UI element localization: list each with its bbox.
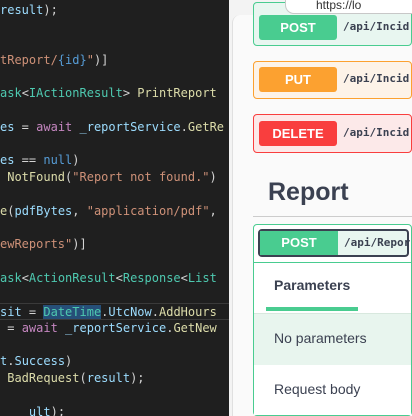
code-token: GetRe (187, 119, 225, 134)
code-line[interactable]: es = await _reportService.GetRe (0, 119, 224, 136)
operation-path: /api/Incid (343, 72, 410, 85)
code-token: = (21, 305, 44, 319)
active-tab-indicator (266, 307, 358, 311)
code-token: result (86, 371, 131, 385)
code-token: pdfBytes (14, 203, 73, 218)
code-token: es (0, 119, 15, 134)
tab-bar: Parameters (254, 262, 411, 313)
code-token: IActionResult (28, 86, 123, 101)
code-token: ); (43, 2, 58, 17)
url-text: https://lo (316, 0, 362, 12)
code-token: await (21, 320, 58, 335)
address-bar[interactable]: https://lo (285, 0, 412, 14)
code-token: ult (28, 404, 51, 416)
code-token: AddHours (159, 305, 217, 319)
code-line[interactable]: ewReports")] (0, 236, 87, 253)
code-token: ask (0, 86, 22, 101)
operation-path: /api/Incid (343, 20, 410, 33)
code-token: {id} (57, 52, 87, 67)
no-parameters-text: No parameters (274, 330, 367, 346)
operation-header[interactable]: POST /api/Repor (258, 229, 411, 257)
code-token: < (21, 270, 29, 285)
code-line[interactable]: e(pdfBytes, "application/pdf", (0, 203, 217, 220)
code-line[interactable]: t.Success) (0, 353, 72, 370)
code-token: < (180, 270, 188, 285)
code-token: ActionResult (28, 270, 116, 285)
code-token: Success (14, 354, 66, 369)
code-token: == (14, 153, 44, 168)
code-token: < (21, 86, 29, 101)
code-token: ewReports" (0, 237, 73, 251)
code-token: PrintReport (137, 86, 217, 101)
tab-parameters[interactable]: Parameters (274, 277, 350, 293)
code-token: )] (72, 237, 87, 251)
code-token: tReport/ (0, 52, 58, 67)
code-line[interactable]: NotFound("Report not found.") (0, 169, 217, 186)
method-badge: POST (260, 231, 338, 255)
browser-window: https://lo POST /api/Incid PUT /api/Inci… (229, 0, 412, 416)
code-token: "application/pdf" (86, 203, 210, 218)
code-token: , (209, 203, 217, 218)
code-token: , (72, 203, 87, 218)
code-line[interactable]: ask<IActionResult> PrintReport (0, 85, 217, 102)
code-token: )] (93, 52, 109, 67)
code-line[interactable]: BadRequest(result); (0, 370, 145, 387)
operation-delete-incident[interactable]: DELETE /api/Incid (253, 114, 412, 153)
code-token: _reportService (65, 320, 167, 335)
operation-path: /api/Repor (344, 236, 411, 249)
code-token: ( (79, 371, 87, 385)
code-line[interactable]: es == null) (0, 152, 80, 169)
code-token: ) (209, 170, 217, 184)
code-line[interactable]: ask<ActionResult<Response<List (0, 270, 217, 287)
code-token: BadRequest (7, 371, 80, 385)
code-line[interactable]: result); (0, 2, 58, 19)
operation-post-report: POST /api/Repor Parameters No parameters… (253, 224, 412, 416)
divider (253, 216, 412, 217)
code-line[interactable]: tReport/{id}")] (0, 52, 108, 69)
code-line[interactable]: sit = DateTime.UtcNow.AddHours (0, 303, 229, 320)
code-token: = (0, 320, 22, 335)
no-parameters-row: No parameters (254, 313, 411, 365)
code-token: Response (122, 270, 181, 285)
code-token: sit (0, 305, 22, 319)
operation-put-incident[interactable]: PUT /api/Incid (253, 61, 412, 99)
code-line[interactable]: = await _reportService.GetNew (0, 320, 217, 337)
code-token: "Report not found." (72, 170, 210, 184)
code-token: = (14, 119, 37, 134)
code-token: GetNew (173, 320, 217, 335)
code-token: " (86, 52, 94, 67)
code-token: UtcNow (108, 305, 152, 319)
code-token: ) (72, 153, 80, 168)
code-token: ask (0, 270, 22, 285)
code-token: result (0, 2, 44, 17)
swagger-page: POST /api/Incid PUT /api/Incid DELETE /a… (232, 2, 412, 416)
code-token: . (151, 305, 159, 319)
code-token: . (180, 119, 188, 134)
code-token: ); (130, 371, 145, 385)
method-badge: POST (259, 15, 337, 40)
request-body-label: Request body (274, 381, 361, 397)
operation-path: /api/Incid (343, 126, 410, 139)
code-token: es (0, 153, 15, 168)
section-title[interactable]: Report (268, 178, 349, 207)
request-body-section: Request body (254, 365, 411, 415)
code-token: ); (50, 404, 66, 416)
code-token: List (187, 270, 217, 285)
code-token: ) (65, 354, 73, 369)
method-badge: PUT (259, 67, 337, 92)
method-badge: DELETE (259, 121, 337, 146)
code-editor[interactable]: result); tReport/{id}")] ask<IActionResult… (0, 0, 229, 416)
code-token: > (122, 86, 138, 101)
code-line[interactable]: ult); (0, 404, 65, 416)
code-token: < (115, 270, 123, 285)
code-token: DateTime (43, 305, 102, 319)
code-token: _reportService (79, 119, 181, 134)
code-token: NotFound (7, 170, 66, 184)
code-token: null (43, 153, 73, 168)
code-token: await (36, 119, 73, 134)
